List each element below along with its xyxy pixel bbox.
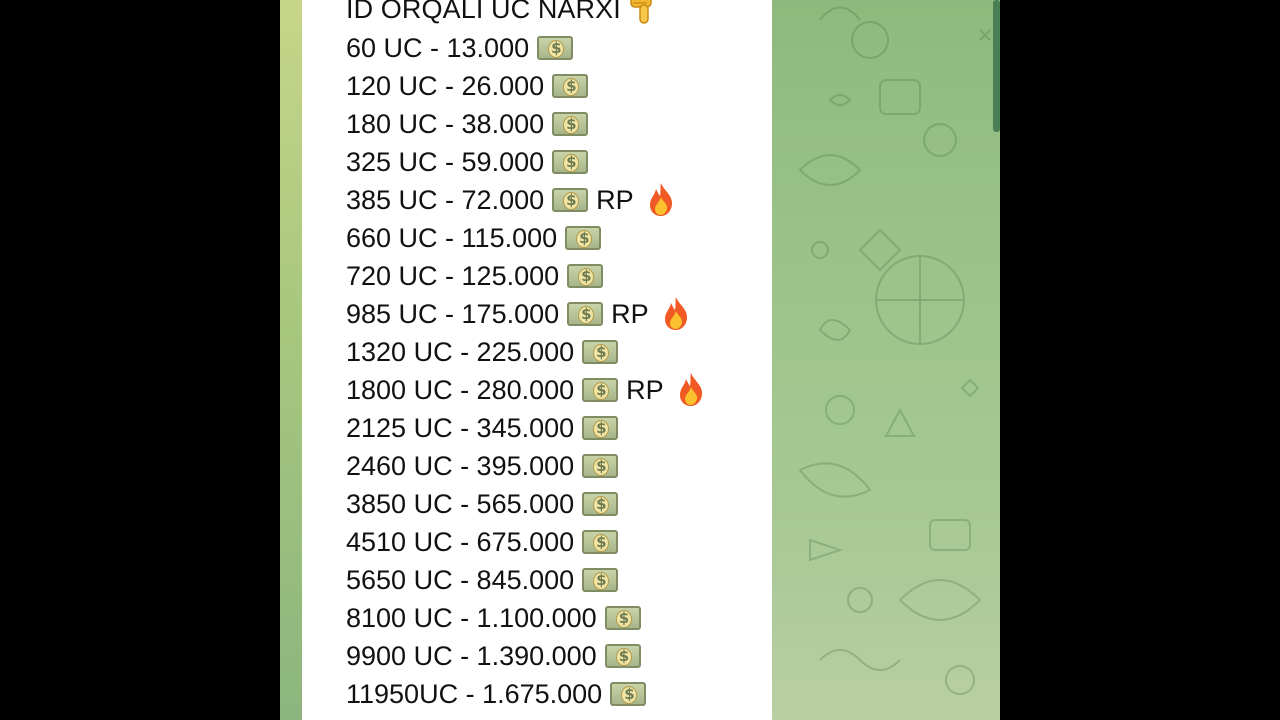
price-row: 2460 UC - 395.000 [346,447,706,485]
price-text: 3850 UC - 565.000 [346,489,575,519]
price-row: 2125 UC - 345.000 [346,409,706,447]
title-text: ID ORQALI UC NARXI [346,0,621,24]
money-bill-icon [582,567,619,592]
price-row: 180 UC - 38.000 [346,105,706,143]
price-text: 385 UC - 72.000 [346,185,545,215]
price-text: 180 UC - 38.000 [346,109,545,139]
rp-label: RP [626,375,664,405]
money-bill-icon [582,529,619,554]
fire-icon [664,296,687,330]
money-bill-icon [582,491,619,516]
money-bill-icon [552,73,589,98]
price-text: 4510 UC - 675.000 [346,527,575,557]
price-text: 660 UC - 115.000 [346,223,558,253]
price-text: 11950UC - 1.675.000 [346,679,603,709]
message-content: ID ORQALI UC NARXI 60 UC - 13.000 120 UC… [346,0,706,713]
price-row: 660 UC - 115.000 [346,219,706,257]
money-bill-icon [567,263,604,288]
price-text: 1800 UC - 280.000 [346,375,575,405]
fire-icon [679,372,702,406]
price-text: 1320 UC - 225.000 [346,337,575,367]
price-text: 2125 UC - 345.000 [346,413,575,443]
money-bill-icon [537,35,574,60]
rp-label: RP [596,185,634,215]
price-text: 60 UC - 13.000 [346,33,530,63]
message-title: ID ORQALI UC NARXI [346,0,706,29]
price-row: 11950UC - 1.675.000 [346,675,706,713]
money-bill-icon [610,681,647,706]
money-bill-icon [582,339,619,364]
money-bill-icon [582,415,619,440]
price-row: 720 UC - 125.000 [346,257,706,295]
rp-label: RP [611,299,649,329]
price-row: 120 UC - 26.000 [346,67,706,105]
money-bill-icon [552,149,589,174]
price-text: 120 UC - 26.000 [346,71,545,101]
price-text: 9900 UC - 1.390.000 [346,641,597,671]
scrollbar-thumb[interactable] [993,0,1000,132]
price-row: 325 UC - 59.000 [346,143,706,181]
pointing-down-hand-icon [630,0,652,24]
price-text: 985 UC - 175.000 [346,299,560,329]
money-bill-icon [565,225,602,250]
fire-icon [649,182,672,216]
left-edge-strip [280,0,304,720]
price-row: 3850 UC - 565.000 [346,485,706,523]
price-text: 720 UC - 125.000 [346,261,560,291]
price-list: 60 UC - 13.000 120 UC - 26.000 180 UC - … [346,29,706,713]
money-bill-icon [552,111,589,136]
money-bill-icon [582,453,619,478]
money-bill-icon [567,301,604,326]
price-row: 8100 UC - 1.100.000 [346,599,706,637]
message-bubble: ID ORQALI UC NARXI 60 UC - 13.000 120 UC… [302,0,772,720]
money-bill-icon [604,643,641,668]
price-text: 2460 UC - 395.000 [346,451,575,481]
price-row: 1800 UC - 280.000 RP [346,371,706,409]
money-bill-icon [604,605,641,630]
price-row: 5650 UC - 845.000 [346,561,706,599]
price-row: 385 UC - 72.000 RP [346,181,706,219]
price-row: 9900 UC - 1.390.000 [346,637,706,675]
money-bill-icon [552,187,589,212]
price-row: 4510 UC - 675.000 [346,523,706,561]
price-text: 8100 UC - 1.100.000 [346,603,597,633]
price-row: 60 UC - 13.000 [346,29,706,67]
chat-screen: ID ORQALI UC NARXI 60 UC - 13.000 120 UC… [280,0,1000,720]
price-row: 1320 UC - 225.000 [346,333,706,371]
price-text: 325 UC - 59.000 [346,147,545,177]
price-row: 985 UC - 175.000 RP [346,295,706,333]
money-bill-icon [582,377,619,402]
price-text: 5650 UC - 845.000 [346,565,575,595]
